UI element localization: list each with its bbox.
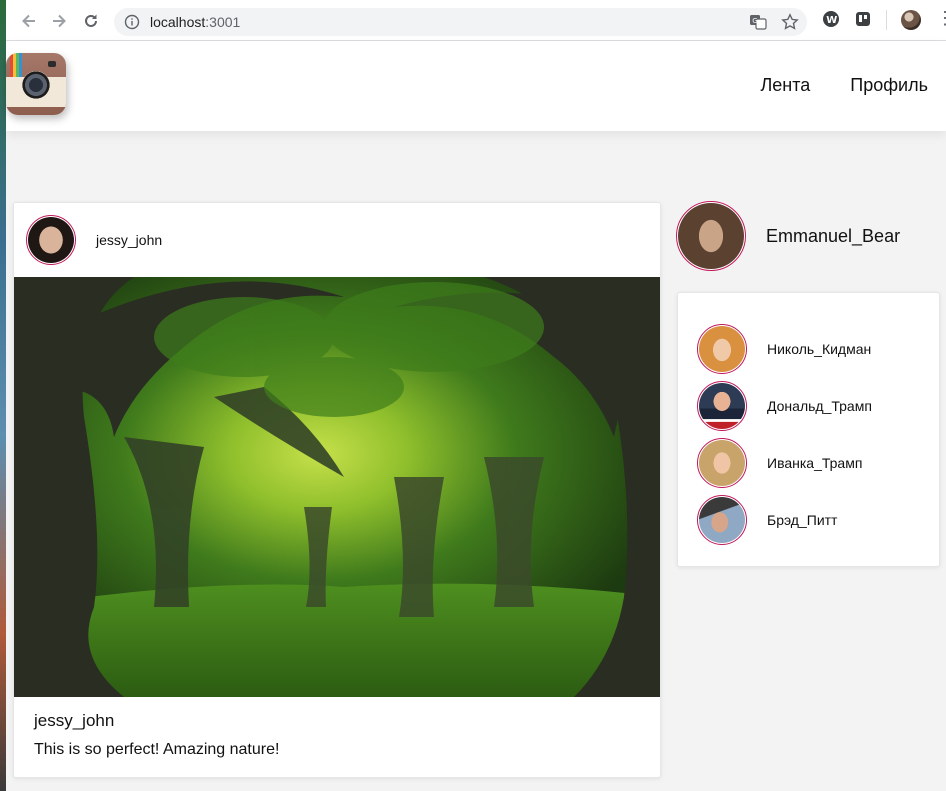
- bookmark-star-icon[interactable]: [781, 13, 799, 31]
- translate-icon[interactable]: G: [749, 13, 767, 31]
- users-list: Николь_Кидман Дональд_Трамп Иванка_Трамп…: [677, 292, 940, 567]
- post-author-avatar[interactable]: [26, 215, 76, 265]
- instagram-logo-icon[interactable]: [6, 53, 66, 115]
- current-user-avatar[interactable]: [676, 201, 746, 271]
- profile-avatar[interactable]: [901, 10, 921, 30]
- back-arrow-icon[interactable]: [14, 6, 44, 36]
- user-name[interactable]: Николь_Кидман: [767, 341, 871, 357]
- info-icon[interactable]: [124, 14, 140, 30]
- user-name[interactable]: Дональд_Трамп: [767, 398, 872, 414]
- current-user[interactable]: Emmanuel_Bear: [676, 201, 900, 271]
- post-caption: jessy_john This is so perfect! Amazing n…: [34, 711, 279, 759]
- list-item[interactable]: Брэд_Питт: [678, 491, 939, 548]
- post-card: jessy_john jessy_john This is so perfect…: [13, 202, 661, 778]
- toolbar-separator: [886, 10, 887, 30]
- list-item[interactable]: Николь_Кидман: [678, 320, 939, 377]
- user-avatar[interactable]: [697, 323, 747, 374]
- user-name[interactable]: Брэд_Питт: [767, 512, 837, 528]
- post-header: jessy_john: [14, 203, 660, 277]
- user-name[interactable]: Иванка_Трамп: [767, 455, 862, 471]
- post-author-name[interactable]: jessy_john: [96, 232, 162, 248]
- app-header: Лента Профиль: [6, 41, 946, 131]
- main-nav: Лента Профиль: [760, 75, 928, 96]
- caption-username[interactable]: jessy_john: [34, 711, 279, 731]
- list-item[interactable]: Дональд_Трамп: [678, 377, 939, 434]
- current-user-name[interactable]: Emmanuel_Bear: [766, 226, 900, 247]
- svg-text:W: W: [826, 15, 837, 26]
- user-avatar[interactable]: [697, 437, 747, 488]
- extension-w-icon[interactable]: W: [822, 10, 840, 28]
- user-avatar[interactable]: [697, 380, 747, 431]
- forward-arrow-icon[interactable]: [44, 6, 74, 36]
- extension-board-icon[interactable]: [854, 10, 872, 28]
- post-image[interactable]: [14, 277, 660, 697]
- caption-text: This is so perfect! Amazing nature!: [34, 741, 280, 758]
- browser-toolbar: localhost:3001 G W ⋮: [6, 0, 946, 41]
- list-item[interactable]: Иванка_Трамп: [678, 434, 939, 491]
- reload-icon[interactable]: [76, 6, 106, 36]
- nav-feed-link[interactable]: Лента: [760, 75, 810, 96]
- url-text: localhost:3001: [150, 14, 241, 30]
- nav-profile-link[interactable]: Профиль: [850, 75, 928, 96]
- user-avatar[interactable]: [697, 494, 747, 545]
- menu-kebab-icon[interactable]: ⋮: [936, 9, 946, 27]
- address-bar[interactable]: localhost:3001 G: [114, 8, 807, 36]
- svg-text:G: G: [752, 17, 757, 25]
